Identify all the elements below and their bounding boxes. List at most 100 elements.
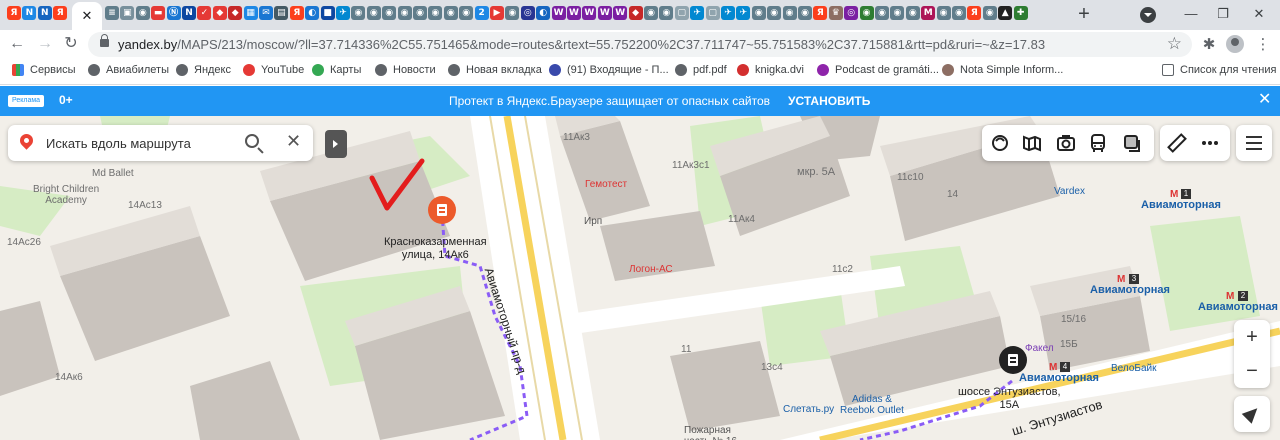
browser-tab[interactable]: ◆ xyxy=(212,4,228,22)
browser-tab[interactable]: ▶ xyxy=(489,4,505,22)
browser-tab[interactable]: ▬ xyxy=(150,4,166,22)
route-end-marker[interactable] xyxy=(999,346,1027,374)
browser-tab[interactable]: ◉ xyxy=(874,4,890,22)
browser-tab[interactable]: ◉ xyxy=(381,4,397,22)
browser-tab[interactable]: M xyxy=(920,4,936,22)
browser-tab[interactable]: ≡ xyxy=(104,4,120,22)
browser-tab[interactable]: ◉ xyxy=(859,4,875,22)
layers-icon[interactable] xyxy=(1122,133,1142,153)
bookmark-star-icon[interactable]: ☆ xyxy=(1167,34,1182,54)
browser-tab[interactable]: ✈ xyxy=(335,4,351,22)
browser-tab[interactable]: ◉ xyxy=(350,4,366,22)
more-menu-icon[interactable]: ⋮ xyxy=(1252,34,1274,56)
browser-tab[interactable]: ◉ xyxy=(905,4,921,22)
map-canvas[interactable]: Md Ballet Bright Children Academy 14Ас13… xyxy=(0,116,1280,440)
bookmark-item[interactable]: pdf.pdf xyxy=(675,64,727,76)
poi-label[interactable]: Vardex xyxy=(1054,186,1085,197)
banner-text[interactable]: Протект в Яндекс.Браузере защищает от оп… xyxy=(449,94,770,108)
active-tab[interactable]: ✕ xyxy=(72,2,102,30)
install-button[interactable]: УСТАНОВИТЬ xyxy=(788,94,870,108)
bookmark-item[interactable]: (91) Входящие - П... xyxy=(549,64,669,76)
browser-tab[interactable]: W xyxy=(581,4,597,22)
browser-tab[interactable]: ◉ xyxy=(135,4,151,22)
browser-tab[interactable]: ✈ xyxy=(689,4,705,22)
browser-tab[interactable]: ◉ xyxy=(366,4,382,22)
close-tab-icon[interactable]: ✕ xyxy=(82,8,93,24)
browser-tab[interactable]: ✚ xyxy=(1013,4,1029,22)
zoom-out-button[interactable]: − xyxy=(1234,354,1270,388)
clear-route-icon[interactable]: ✕ xyxy=(286,131,301,152)
poi-label[interactable]: ВелоБайк xyxy=(1111,363,1157,374)
extensions-icon[interactable]: ✱ xyxy=(1198,34,1220,56)
browser-tab[interactable]: ▤ xyxy=(273,4,289,22)
ruler-icon[interactable] xyxy=(1167,133,1187,153)
new-tab-button[interactable]: + xyxy=(1074,3,1094,25)
traffic-layer-icon[interactable] xyxy=(990,133,1010,153)
browser-tab[interactable]: ◎ xyxy=(520,4,536,22)
reload-button[interactable]: ↻ xyxy=(60,33,82,55)
browser-tab[interactable]: ♛ xyxy=(828,4,844,22)
tab-search-icon[interactable] xyxy=(1140,7,1156,23)
browser-tab[interactable]: ◉ xyxy=(951,4,967,22)
browser-tab[interactable]: ◉ xyxy=(982,4,998,22)
browser-tab[interactable]: W xyxy=(551,4,567,22)
metro-label[interactable]: Авиамоторная xyxy=(1198,301,1278,313)
my-location-button[interactable] xyxy=(1234,396,1270,432)
browser-tab[interactable]: Ⓝ xyxy=(166,4,182,22)
browser-tab[interactable]: ◉ xyxy=(751,4,767,22)
browser-tab[interactable]: ◉ xyxy=(936,4,952,22)
browser-tab[interactable]: ✓ xyxy=(196,4,212,22)
browser-tab[interactable]: ◎ xyxy=(843,4,859,22)
metro-label[interactable]: Авиамоторная xyxy=(1019,372,1099,384)
browser-tab[interactable]: ◉ xyxy=(412,4,428,22)
browser-tab[interactable]: 2 xyxy=(474,4,490,22)
browser-tab[interactable]: ◆ xyxy=(227,4,243,22)
camera-layer-icon[interactable] xyxy=(1056,133,1076,153)
browser-tab[interactable]: W xyxy=(597,4,613,22)
browser-tab[interactable]: Я xyxy=(966,4,982,22)
browser-tab[interactable]: ✉ xyxy=(258,4,274,22)
browser-tab[interactable]: ▢ xyxy=(705,4,721,22)
browser-tab[interactable]: ▦ xyxy=(243,4,259,22)
browser-tab[interactable]: ◐ xyxy=(535,4,551,22)
search-icon[interactable] xyxy=(245,134,259,148)
back-button[interactable]: ← xyxy=(6,33,28,55)
bookmark-item[interactable]: Nota Simple Inform... xyxy=(942,64,1063,76)
browser-tab[interactable]: ◉ xyxy=(643,4,659,22)
browser-tab[interactable]: N xyxy=(181,4,197,22)
forward-button[interactable]: → xyxy=(34,33,56,55)
bookmark-item[interactable]: Новая вкладка xyxy=(448,64,542,76)
reading-list-button[interactable]: Список для чтения xyxy=(1162,64,1276,76)
bookmark-item[interactable]: YouTube xyxy=(243,64,304,76)
browser-tab[interactable]: ◐ xyxy=(304,4,320,22)
panorama-layer-icon[interactable] xyxy=(1022,133,1042,153)
main-menu-button[interactable] xyxy=(1236,125,1272,161)
poi-label[interactable]: Пожарная часть № 16 xyxy=(684,425,737,440)
browser-tab[interactable]: Я xyxy=(289,4,305,22)
address-bar[interactable]: yandex.by/MAPS/213/moscow/?ll=37.714336%… xyxy=(88,32,1192,57)
browser-tab[interactable]: W xyxy=(612,4,628,22)
maximize-button[interactable]: ❐ xyxy=(1208,2,1238,26)
browser-tab[interactable]: ◉ xyxy=(458,4,474,22)
metro-label[interactable]: Авиамоторная xyxy=(1090,284,1170,296)
bookmark-item[interactable]: Новости xyxy=(375,64,436,76)
browser-tab[interactable]: ✈ xyxy=(720,4,736,22)
bookmark-item[interactable]: Сервисы xyxy=(12,64,76,76)
metro-label[interactable]: Авиамоторная xyxy=(1141,199,1221,211)
transit-layer-icon[interactable] xyxy=(1088,133,1108,153)
more-options-icon[interactable] xyxy=(1200,133,1220,153)
poi-label[interactable]: Adidas & Reebok Outlet xyxy=(840,394,904,416)
browser-tab[interactable]: ▢ xyxy=(674,4,690,22)
profile-avatar[interactable] xyxy=(1226,35,1244,53)
url-text[interactable]: yandex.by/MAPS/213/moscow/?ll=37.714336%… xyxy=(118,37,1045,52)
browser-tab[interactable]: W xyxy=(566,4,582,22)
lock-icon[interactable] xyxy=(100,34,109,47)
poi-label[interactable]: Ирп xyxy=(584,216,602,227)
bookmark-item[interactable]: Авиабилеты xyxy=(88,64,169,76)
browser-tab[interactable]: Я xyxy=(52,4,68,22)
browser-tab[interactable]: ◉ xyxy=(504,4,520,22)
bookmark-item[interactable]: Podcast de gramáti... xyxy=(817,64,939,76)
browser-tab[interactable]: ◉ xyxy=(397,4,413,22)
browser-tab[interactable]: ◉ xyxy=(797,4,813,22)
browser-tab[interactable]: N xyxy=(37,4,53,22)
